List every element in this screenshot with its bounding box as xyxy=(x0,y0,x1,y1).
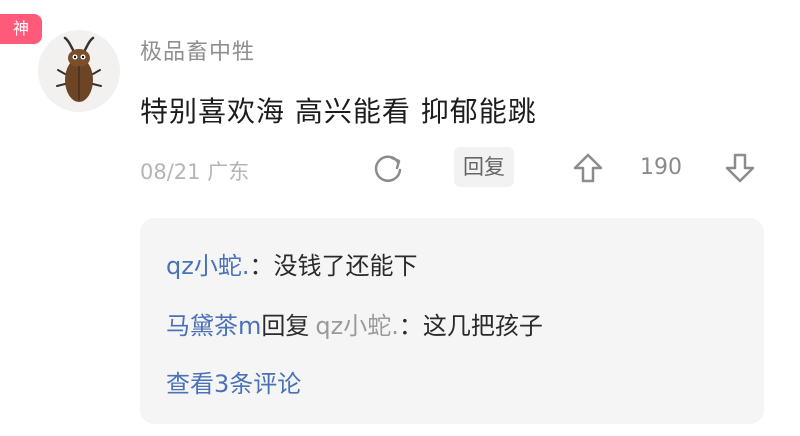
avatar[interactable] xyxy=(38,30,120,112)
downvote-arrow-icon[interactable] xyxy=(722,150,758,186)
replies-panel: qz小蛇.：没钱了还能下 马黛茶m回复 qz小蛇.：这几把孩子 查看3条评论 xyxy=(140,218,764,424)
reply-text: 这几把孩子 xyxy=(422,312,543,340)
reply-item[interactable]: qz小蛇.：没钱了还能下 xyxy=(166,246,417,281)
reply-word: 回复 xyxy=(261,312,310,340)
like-count: 190 xyxy=(640,155,682,180)
comment-text: 特别喜欢海 高兴能看 抑郁能跳 xyxy=(140,95,537,128)
share-icon[interactable] xyxy=(370,150,406,186)
reply-author[interactable]: qz小蛇. xyxy=(166,252,249,280)
comment-meta: 08/21 广东 xyxy=(140,160,250,184)
comment-username[interactable]: 极品畜中牲 xyxy=(140,34,255,66)
reply-button[interactable]: 回复 xyxy=(454,147,514,187)
god-comment-badge: 神 xyxy=(0,14,42,44)
reply-target[interactable]: qz小蛇. xyxy=(315,312,398,340)
cockroach-avatar-icon xyxy=(56,36,102,102)
view-more-comments-link[interactable]: 查看3条评论 xyxy=(166,364,301,399)
upvote-arrow-icon[interactable] xyxy=(570,150,606,186)
reply-author[interactable]: 马黛茶m xyxy=(166,312,261,340)
reply-text: 没钱了还能下 xyxy=(273,252,418,280)
reply-separator: ： xyxy=(249,252,274,280)
reply-item[interactable]: 马黛茶m回复 qz小蛇.：这几把孩子 xyxy=(166,306,543,341)
reply-separator: ： xyxy=(398,312,423,340)
